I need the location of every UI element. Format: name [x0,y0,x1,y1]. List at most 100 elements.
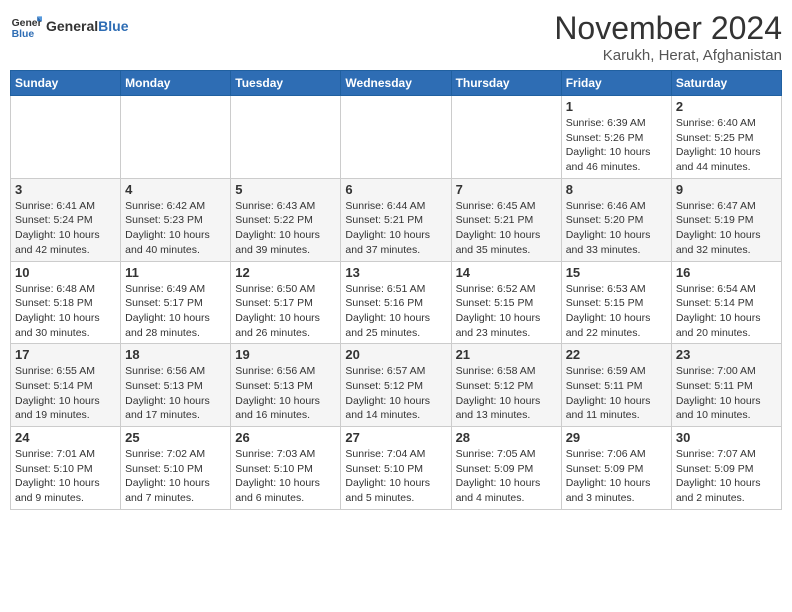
day-info: Sunrise: 7:07 AM Sunset: 5:09 PM Dayligh… [676,447,777,506]
calendar-cell [231,96,341,179]
day-header-wednesday: Wednesday [341,71,451,96]
calendar-cell: 23 Sunrise: 7:00 AM Sunset: 5:11 PM Dayli… [671,344,781,427]
day-number: 20 [345,347,446,362]
calendar-cell [121,96,231,179]
day-number: 17 [15,347,116,362]
day-number: 8 [566,182,667,197]
day-info: Sunrise: 6:45 AM Sunset: 5:21 PM Dayligh… [456,199,557,258]
day-info: Sunrise: 6:56 AM Sunset: 5:13 PM Dayligh… [235,364,336,423]
calendar-title: November 2024 [554,10,782,47]
day-number: 30 [676,430,777,445]
day-info: Sunrise: 7:06 AM Sunset: 5:09 PM Dayligh… [566,447,667,506]
day-info: Sunrise: 7:05 AM Sunset: 5:09 PM Dayligh… [456,447,557,506]
calendar-cell: 3Sunrise: 6:41 AM Sunset: 5:24 PM Daylig… [11,178,121,261]
calendar-cell: 12 Sunrise: 6:50 AM Sunset: 5:17 PM Dayli… [231,261,341,344]
day-info: Sunrise: 6:48 AM Sunset: 5:18 PM Dayligh… [15,282,116,341]
day-header-sunday: Sunday [11,71,121,96]
calendar-cell [341,96,451,179]
week-row-3: 10 Sunrise: 6:48 AM Sunset: 5:18 PM Dayli… [11,261,782,344]
calendar-cell: 13 Sunrise: 6:51 AM Sunset: 5:16 PM Dayli… [341,261,451,344]
day-number: 16 [676,265,777,280]
day-info: Sunrise: 6:40 AM Sunset: 5:25 PM Dayligh… [676,116,777,175]
day-number: 7 [456,182,557,197]
calendar-cell: 5 Sunrise: 6:43 AM Sunset: 5:22 PM Daylig… [231,178,341,261]
day-number: 28 [456,430,557,445]
calendar-cell: 11 Sunrise: 6:49 AM Sunset: 5:17 PM Dayli… [121,261,231,344]
day-number: 6 [345,182,446,197]
day-header-friday: Friday [561,71,671,96]
calendar-cell: 8 Sunrise: 6:46 AM Sunset: 5:20 PM Daylig… [561,178,671,261]
day-header-thursday: Thursday [451,71,561,96]
calendar-location: Karukh, Herat, Afghanistan [554,47,782,64]
week-row-5: 24 Sunrise: 7:01 AM Sunset: 5:10 PM Dayli… [11,427,782,510]
day-info: Sunrise: 6:46 AM Sunset: 5:20 PM Dayligh… [566,199,667,258]
day-header-saturday: Saturday [671,71,781,96]
day-info: Sunrise: 7:02 AM Sunset: 5:10 PM Dayligh… [125,447,226,506]
day-info: Sunrise: 7:01 AM Sunset: 5:10 PM Dayligh… [15,447,116,506]
day-number: 13 [345,265,446,280]
calendar-cell: 28 Sunrise: 7:05 AM Sunset: 5:09 PM Dayli… [451,427,561,510]
calendar-cell: 14 Sunrise: 6:52 AM Sunset: 5:15 PM Dayli… [451,261,561,344]
day-number: 15 [566,265,667,280]
calendar-cell: 18 Sunrise: 6:56 AM Sunset: 5:13 PM Dayli… [121,344,231,427]
day-number: 18 [125,347,226,362]
day-number: 14 [456,265,557,280]
calendar-body: 1Sunrise: 6:39 AM Sunset: 5:26 PM Daylig… [11,96,782,510]
days-header-row: SundayMondayTuesdayWednesdayThursdayFrid… [11,71,782,96]
title-block: November 2024 Karukh, Herat, Afghanistan [554,10,782,64]
calendar-cell: 26 Sunrise: 7:03 AM Sunset: 5:10 PM Dayli… [231,427,341,510]
logo-icon: General Blue [10,10,42,42]
calendar-cell: 4Sunrise: 6:42 AM Sunset: 5:23 PM Daylig… [121,178,231,261]
calendar-cell: 6 Sunrise: 6:44 AM Sunset: 5:21 PM Daylig… [341,178,451,261]
day-number: 10 [15,265,116,280]
day-number: 21 [456,347,557,362]
day-info: Sunrise: 6:49 AM Sunset: 5:17 PM Dayligh… [125,282,226,341]
logo: General Blue GeneralBlue [10,10,128,42]
calendar-cell [451,96,561,179]
day-number: 2 [676,99,777,114]
day-number: 12 [235,265,336,280]
day-info: Sunrise: 7:00 AM Sunset: 5:11 PM Dayligh… [676,364,777,423]
day-number: 5 [235,182,336,197]
calendar-cell: 16Sunrise: 6:54 AM Sunset: 5:14 PM Dayli… [671,261,781,344]
day-info: Sunrise: 6:56 AM Sunset: 5:13 PM Dayligh… [125,364,226,423]
day-number: 26 [235,430,336,445]
day-number: 25 [125,430,226,445]
day-info: Sunrise: 6:52 AM Sunset: 5:15 PM Dayligh… [456,282,557,341]
day-info: Sunrise: 6:51 AM Sunset: 5:16 PM Dayligh… [345,282,446,341]
day-number: 3 [15,182,116,197]
day-info: Sunrise: 6:47 AM Sunset: 5:19 PM Dayligh… [676,199,777,258]
calendar-cell: 22 Sunrise: 6:59 AM Sunset: 5:11 PM Dayli… [561,344,671,427]
day-number: 11 [125,265,226,280]
logo-text: GeneralBlue [46,18,128,34]
day-info: Sunrise: 6:43 AM Sunset: 5:22 PM Dayligh… [235,199,336,258]
day-info: Sunrise: 6:55 AM Sunset: 5:14 PM Dayligh… [15,364,116,423]
day-info: Sunrise: 6:53 AM Sunset: 5:15 PM Dayligh… [566,282,667,341]
day-number: 22 [566,347,667,362]
day-number: 19 [235,347,336,362]
calendar-cell: 21 Sunrise: 6:58 AM Sunset: 5:12 PM Dayli… [451,344,561,427]
day-info: Sunrise: 7:03 AM Sunset: 5:10 PM Dayligh… [235,447,336,506]
day-number: 24 [15,430,116,445]
calendar-cell: 17 Sunrise: 6:55 AM Sunset: 5:14 PM Dayli… [11,344,121,427]
day-info: Sunrise: 6:57 AM Sunset: 5:12 PM Dayligh… [345,364,446,423]
calendar-table: SundayMondayTuesdayWednesdayThursdayFrid… [10,70,782,510]
day-header-monday: Monday [121,71,231,96]
day-info: Sunrise: 6:59 AM Sunset: 5:11 PM Dayligh… [566,364,667,423]
calendar-cell: 2 Sunrise: 6:40 AM Sunset: 5:25 PM Daylig… [671,96,781,179]
calendar-cell: 9Sunrise: 6:47 AM Sunset: 5:19 PM Daylig… [671,178,781,261]
week-row-2: 3Sunrise: 6:41 AM Sunset: 5:24 PM Daylig… [11,178,782,261]
calendar-cell [11,96,121,179]
calendar-cell: 10 Sunrise: 6:48 AM Sunset: 5:18 PM Dayli… [11,261,121,344]
day-number: 1 [566,99,667,114]
day-number: 4 [125,182,226,197]
calendar-cell: 1Sunrise: 6:39 AM Sunset: 5:26 PM Daylig… [561,96,671,179]
day-number: 23 [676,347,777,362]
day-header-tuesday: Tuesday [231,71,341,96]
day-number: 27 [345,430,446,445]
day-info: Sunrise: 6:44 AM Sunset: 5:21 PM Dayligh… [345,199,446,258]
day-number: 29 [566,430,667,445]
day-info: Sunrise: 6:58 AM Sunset: 5:12 PM Dayligh… [456,364,557,423]
day-info: Sunrise: 6:50 AM Sunset: 5:17 PM Dayligh… [235,282,336,341]
calendar-cell: 27Sunrise: 7:04 AM Sunset: 5:10 PM Dayli… [341,427,451,510]
